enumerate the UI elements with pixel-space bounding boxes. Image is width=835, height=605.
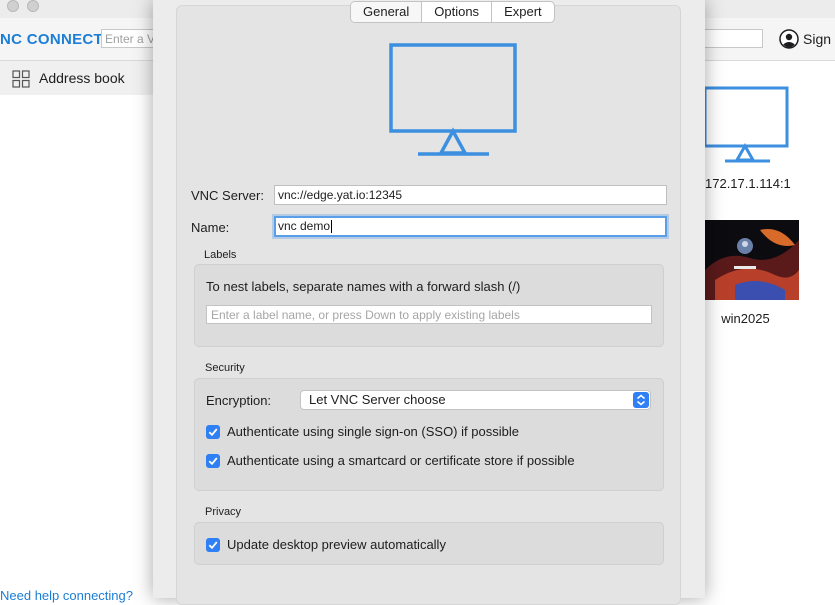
- user-icon[interactable]: [779, 29, 799, 49]
- encryption-label: Encryption:: [206, 393, 272, 408]
- vnc-server-label: VNC Server:: [191, 188, 264, 203]
- app-logo: NC CONNECT: [0, 31, 103, 48]
- search-field-right[interactable]: [700, 29, 763, 48]
- encryption-select[interactable]: Let VNC Server choose: [300, 390, 651, 410]
- tab-bar: General Options Expert: [350, 1, 555, 23]
- encryption-value: Let VNC Server choose: [309, 392, 446, 407]
- preview-checkbox-label: Update desktop preview automatically: [227, 537, 446, 552]
- name-label: Name:: [191, 220, 230, 235]
- labels-hint: To nest labels, separate names with a fo…: [206, 279, 521, 294]
- checkmark-icon: [208, 427, 218, 436]
- sidebar: [0, 61, 153, 598]
- grid-icon: [12, 70, 30, 88]
- checkmark-icon: [208, 540, 218, 549]
- vnc-server-input[interactable]: vnc://edge.yat.io:12345: [274, 185, 667, 205]
- desktop-preview-thumbnail[interactable]: [705, 220, 799, 300]
- smartcard-checkbox[interactable]: [206, 453, 220, 468]
- tab-expert[interactable]: Expert: [491, 2, 554, 22]
- tab-options[interactable]: Options: [421, 2, 491, 22]
- labels-group: To nest labels, separate names with a fo…: [194, 264, 664, 347]
- connection-properties-dialog: General Options Expert VNC Server: vnc:/…: [153, 0, 705, 605]
- text-caret: [331, 220, 333, 234]
- name-input[interactable]: vnc demo: [274, 216, 667, 237]
- labels-section-title: Labels: [204, 249, 237, 261]
- sso-checkbox-label: Authenticate using single sign-on (SSO) …: [227, 424, 519, 439]
- computer-monitor-icon: [389, 43, 517, 156]
- sso-checkbox-row[interactable]: Authenticate using single sign-on (SSO) …: [206, 424, 519, 439]
- sidebar-item-label: Address book: [39, 70, 125, 86]
- preview-checkbox-row[interactable]: Update desktop preview automatically: [206, 537, 446, 552]
- sso-checkbox[interactable]: [206, 424, 220, 439]
- sidebar-item-address-book[interactable]: Address book: [0, 61, 153, 95]
- window-minimize-button[interactable]: [27, 0, 39, 12]
- privacy-section-title: Privacy: [205, 506, 242, 518]
- name-value: vnc demo: [278, 219, 331, 233]
- smartcard-checkbox-label: Authenticate using a smartcard or certif…: [227, 453, 575, 468]
- tab-general[interactable]: General: [351, 2, 422, 22]
- security-section-title: Security: [205, 362, 245, 374]
- label-name-input[interactable]: Enter a label name, or press Down to app…: [206, 305, 652, 324]
- preview-checkbox[interactable]: [206, 537, 220, 552]
- select-arrows-icon: [633, 392, 649, 408]
- desktop-preview-image: [705, 220, 799, 300]
- address-search-input[interactable]: Enter a V: [101, 29, 161, 48]
- help-link[interactable]: Need help connecting?: [0, 588, 153, 603]
- signin-button[interactable]: Sign i: [803, 31, 835, 47]
- vnc-server-value: vnc://edge.yat.io:12345: [278, 188, 403, 202]
- window-close-button[interactable]: [7, 0, 19, 12]
- computer-tile-label[interactable]: win2025: [705, 311, 786, 326]
- general-tab-panel: General Options Expert VNC Server: vnc:/…: [176, 1, 681, 605]
- security-group: Encryption: Let VNC Server choose Authen…: [194, 378, 664, 491]
- privacy-group: Update desktop preview automatically: [194, 522, 664, 565]
- computer-tile-monitor-icon[interactable]: [705, 86, 790, 164]
- checkmark-icon: [208, 456, 218, 465]
- computer-tile-label[interactable]: 172.17.1.114:1: [705, 176, 791, 191]
- smartcard-checkbox-row[interactable]: Authenticate using a smartcard or certif…: [206, 453, 575, 468]
